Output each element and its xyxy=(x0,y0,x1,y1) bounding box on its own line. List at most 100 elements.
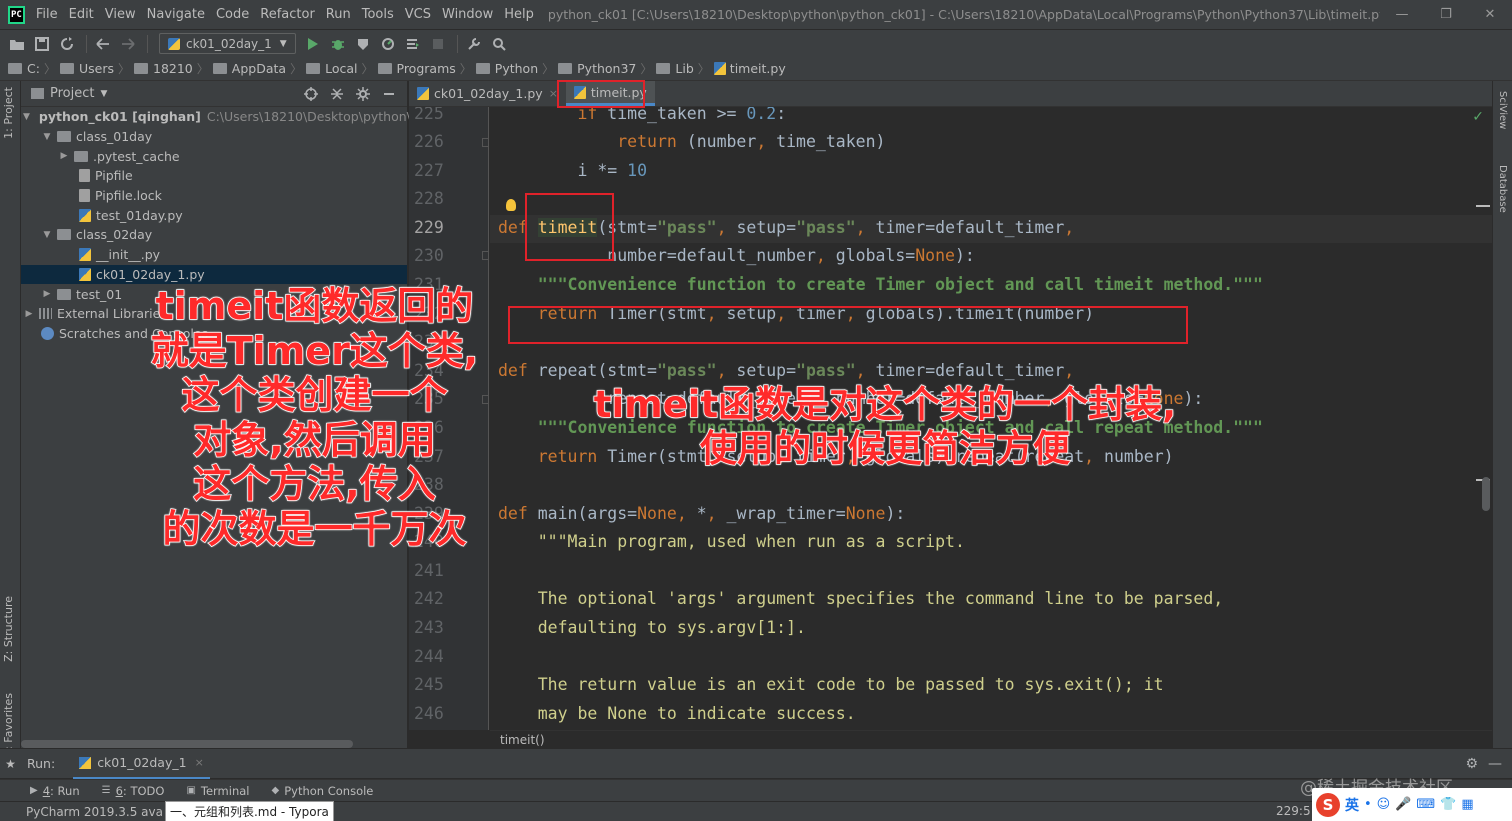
tree-item-init[interactable]: __init__.py xyxy=(21,245,407,265)
sogou-logo-icon[interactable]: S xyxy=(1316,792,1340,817)
tool-tab-sciview[interactable]: SciView xyxy=(1497,91,1508,129)
tab-ck01-02day-1[interactable]: ck01_02day_1.py × xyxy=(409,81,566,106)
menu-view[interactable]: View xyxy=(102,7,144,22)
toolbox-icon[interactable]: ▦ xyxy=(1461,797,1473,812)
chevron-down-icon[interactable]: ▼ xyxy=(100,89,107,99)
hide-panel-icon[interactable]: — xyxy=(1488,756,1502,772)
debug-icon[interactable] xyxy=(327,33,349,55)
close-window-button[interactable]: ✕ xyxy=(1468,0,1512,30)
tree-item-project-root[interactable]: ▼ python_ck01 [qinghan] C:\Users\18210\D… xyxy=(21,107,426,127)
menu-tools[interactable]: Tools xyxy=(359,7,402,22)
tool-tab-project[interactable]: 1: Project xyxy=(2,87,15,139)
tool-tab-todo[interactable]: ☰ 6: TODO xyxy=(102,784,165,798)
inspection-ok-icon: ✓ xyxy=(1472,109,1484,125)
tool-tab-python-console[interactable]: ◆ Python Console xyxy=(272,784,374,798)
breadcrumb-separator: 〉 xyxy=(43,62,56,76)
menu-run[interactable]: Run xyxy=(323,7,359,22)
tree-item-label: ck01_02day_1.py xyxy=(96,266,205,282)
minimize-button[interactable]: — xyxy=(1380,0,1424,30)
menu-help[interactable]: Help xyxy=(501,7,542,22)
run-configuration-select[interactable]: ck01_02day_1 ▼ xyxy=(159,33,296,54)
search-icon[interactable] xyxy=(488,33,510,55)
tree-item-pipfile[interactable]: Pipfile xyxy=(21,166,407,186)
breadcrumb-item[interactable]: C: xyxy=(8,61,40,76)
close-tab-icon[interactable]: × xyxy=(195,756,204,769)
line-number: 242 xyxy=(414,589,444,608)
star-icon[interactable]: ★ xyxy=(0,757,21,771)
expand-arrow-icon[interactable]: ▼ xyxy=(41,230,53,240)
microphone-icon[interactable]: 🎤 xyxy=(1395,797,1411,812)
sync-icon[interactable] xyxy=(56,33,78,55)
concurrency-icon[interactable] xyxy=(402,33,424,55)
breadcrumb-item[interactable]: 18210 xyxy=(134,61,193,76)
vertical-scrollbar[interactable] xyxy=(1482,477,1490,511)
tool-tab-terminal[interactable]: ▣ Terminal xyxy=(186,784,249,798)
breadcrumb-item[interactable]: timeit.py xyxy=(713,61,786,76)
annotation-box-return-line xyxy=(508,306,1188,344)
expand-arrow-icon[interactable]: ▼ xyxy=(23,112,30,122)
line-number: 243 xyxy=(414,618,444,637)
tree-item-test-01day[interactable]: test_01day.py xyxy=(21,205,407,225)
tree-item-label: test_01 xyxy=(76,286,123,302)
project-panel-title[interactable]: Project xyxy=(50,86,94,101)
status-bar: PyCharm 2019.3.5 ava 一、元组和列表.md - Typora… xyxy=(0,801,1512,821)
lightbulb-icon[interactable] xyxy=(506,199,516,211)
error-stripe-mark[interactable] xyxy=(1476,205,1490,207)
save-icon[interactable] xyxy=(31,33,53,55)
keyboard-icon[interactable]: ⌨ xyxy=(1416,797,1435,812)
collapse-all-icon[interactable] xyxy=(327,84,347,104)
breadcrumb-item[interactable]: Users xyxy=(59,61,114,76)
stop-icon[interactable] xyxy=(427,33,449,55)
menu-code[interactable]: Code xyxy=(213,7,257,22)
expand-arrow-icon[interactable]: ▼ xyxy=(41,132,53,142)
caret-position[interactable]: 229:5 xyxy=(1276,804,1311,818)
open-folder-icon[interactable] xyxy=(6,33,28,55)
breadcrumb-item[interactable]: Lib xyxy=(656,61,694,76)
expand-arrow-icon[interactable]: ▶ xyxy=(23,309,35,319)
fold-marker-icon[interactable] xyxy=(482,251,488,260)
hide-panel-icon[interactable] xyxy=(379,84,399,104)
gear-icon[interactable] xyxy=(353,84,373,104)
breadcrumb-item[interactable]: Local xyxy=(306,61,357,76)
punctuation-icon[interactable]: • xyxy=(1364,797,1372,812)
fold-marker-icon[interactable] xyxy=(482,138,488,147)
menu-vcs[interactable]: VCS xyxy=(402,7,439,22)
tool-tab-database[interactable]: Database xyxy=(1497,165,1508,213)
tree-item-pipfile-lock[interactable]: Pipfile.lock xyxy=(21,186,407,206)
breadcrumb-item[interactable]: Programs xyxy=(377,61,456,76)
code-breadcrumb[interactable]: timeit() xyxy=(490,730,1492,748)
menu-window[interactable]: Window xyxy=(439,7,501,22)
tool-tab-run[interactable]: ▶ 4: Run xyxy=(30,784,80,798)
profile-icon[interactable] xyxy=(377,33,399,55)
wrench-icon[interactable] xyxy=(463,33,485,55)
forward-arrow-icon[interactable] xyxy=(117,33,139,55)
emoji-icon[interactable]: ☺ xyxy=(1377,797,1391,812)
expand-arrow-icon[interactable]: ▶ xyxy=(41,289,53,299)
locate-file-icon[interactable] xyxy=(301,84,321,104)
tree-item-class-02day[interactable]: ▼ class_02day xyxy=(21,225,407,245)
breadcrumb-item[interactable]: Python xyxy=(475,61,538,76)
ime-language-toggle[interactable]: 英 xyxy=(1345,795,1359,815)
code-line: """Main program, used when run as a scri… xyxy=(537,532,965,551)
tree-item-pytest-cache[interactable]: ▶ .pytest_cache xyxy=(21,146,407,166)
scratches-icon xyxy=(41,326,54,340)
menu-refactor[interactable]: Refactor xyxy=(257,7,323,22)
tool-tab-structure[interactable]: Z: Structure xyxy=(2,596,15,662)
back-arrow-icon[interactable] xyxy=(92,33,114,55)
menu-file[interactable]: File xyxy=(33,7,66,22)
coverage-icon[interactable] xyxy=(352,33,374,55)
horizontal-scrollbar[interactable] xyxy=(21,740,353,748)
gear-icon[interactable]: ⚙ xyxy=(1465,756,1478,772)
menu-edit[interactable]: Edit xyxy=(66,7,102,22)
menu-navigate[interactable]: Navigate xyxy=(144,7,213,22)
breadcrumb-item[interactable]: Python37 xyxy=(558,61,636,76)
tree-item-ck01-02day-1[interactable]: ck01_02day_1.py xyxy=(21,264,407,285)
tree-item-class-01day[interactable]: ▼ class_01day xyxy=(21,127,407,147)
run-icon[interactable] xyxy=(302,33,324,55)
breadcrumb-item[interactable]: AppData xyxy=(212,61,286,76)
expand-arrow-icon[interactable]: ▶ xyxy=(58,151,70,161)
run-tab-ck01-02day-1[interactable]: ck01_02day_1 × xyxy=(73,749,210,779)
restore-button[interactable]: ❐ xyxy=(1424,0,1468,30)
skin-icon[interactable]: 👕 xyxy=(1440,797,1456,812)
menu-bar: PC File Edit View Navigate Code Refactor… xyxy=(0,0,1512,30)
